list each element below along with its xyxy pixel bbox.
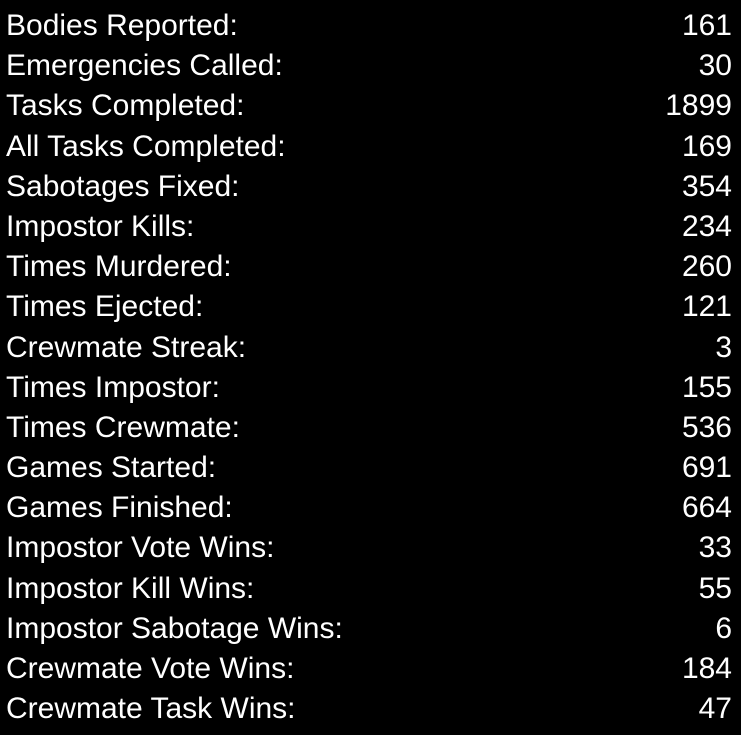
stat-row-impostor-vote-wins: Impostor Vote Wins: 33 [0,528,741,568]
stat-label: Times Crewmate: [6,410,240,444]
stat-row-crewmate-task-wins: Crewmate Task Wins: 47 [0,689,741,729]
stat-row-crewmate-streak: Crewmate Streak: 3 [0,328,741,368]
stat-value: 121 [681,290,732,324]
stat-value: 30 [698,49,732,83]
stat-label: Crewmate Task Wins: [6,692,296,726]
stat-value: 6 [715,611,732,645]
stat-label: Times Ejected: [6,290,204,324]
stat-label: Emergencies Called: [6,49,283,83]
stat-row-all-tasks-completed: All Tasks Completed: 169 [0,127,741,167]
stats-panel: Bodies Reported: 161 Emergencies Called:… [0,6,741,735]
stat-row-games-started: Games Started: 691 [0,448,741,488]
stat-row-impostor-kill-wins: Impostor Kill Wins: 55 [0,569,741,609]
stat-row-times-crewmate: Times Crewmate: 536 [0,408,741,448]
stat-value: 47 [698,692,732,726]
stat-value: 691 [681,451,732,485]
stat-row-sabotages-fixed: Sabotages Fixed: 354 [0,167,741,207]
stat-label: Crewmate Vote Wins: [6,652,295,685]
stat-label: Sabotages Fixed: [6,169,240,203]
stat-row-impostor-kills: Impostor Kills: 234 [0,207,741,247]
stat-value: 169 [681,129,732,163]
stat-label: Impostor Kills: [6,209,195,243]
stat-value: 234 [681,209,732,243]
stat-label: Times Impostor: [6,370,220,404]
stat-value: 664 [681,491,732,525]
stat-value: 155 [681,370,732,404]
stat-value: 184 [681,652,732,685]
stat-row-bodies-reported: Bodies Reported: 161 [0,6,741,46]
stat-value: 354 [681,169,732,203]
stat-label: Impostor Sabotage Wins: [6,611,343,645]
stat-label: Impostor Kill Wins: [6,571,255,605]
stat-row-times-impostor: Times Impostor: 155 [0,368,741,408]
stat-row-impostor-sabotage-wins: Impostor Sabotage Wins: 6 [0,609,741,649]
stat-row-times-murdered: Times Murdered: 260 [0,247,741,287]
stat-row-crewmate-vote-wins: Crewmate Vote Wins: 184 [0,649,741,689]
stat-value: 1899 [665,89,732,123]
stat-value: 536 [681,410,732,444]
stat-label: Times Murdered: [6,250,232,284]
stat-label: Impostor Vote Wins: [6,531,275,565]
stat-label: Games Finished: [6,491,233,525]
stat-label: Bodies Reported: [6,9,238,42]
stat-row-games-finished: Games Finished: 664 [0,488,741,528]
stat-label: Tasks Completed: [6,89,245,123]
stat-row-emergencies-called: Emergencies Called: 30 [0,46,741,86]
stat-value: 3 [715,330,732,364]
stat-row-times-ejected: Times Ejected: 121 [0,287,741,327]
stat-label: All Tasks Completed: [6,129,286,163]
stat-value: 55 [698,571,732,605]
stat-value: 260 [681,250,732,284]
stat-label: Games Started: [6,451,217,485]
stat-value: 33 [698,531,732,565]
stat-value: 161 [681,9,732,42]
stat-row-tasks-completed: Tasks Completed: 1899 [0,86,741,126]
stat-label: Crewmate Streak: [6,330,247,364]
